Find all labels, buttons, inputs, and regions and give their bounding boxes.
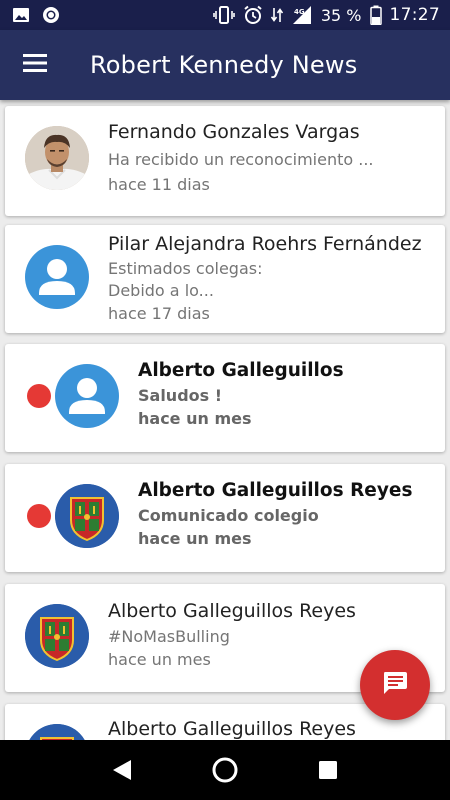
message-preview: Saludos ! xyxy=(138,386,223,405)
sender-name: Alberto Galleguillos Reyes xyxy=(108,600,356,622)
sender-name: Fernando Gonzales Vargas xyxy=(108,121,360,143)
avatar xyxy=(25,245,89,309)
unread-indicator xyxy=(27,504,51,528)
avatar xyxy=(25,604,89,668)
image-notification-icon xyxy=(12,7,30,23)
back-icon xyxy=(112,760,131,780)
recents-icon xyxy=(319,761,338,779)
message-time: hace un mes xyxy=(138,409,252,428)
alarm-icon xyxy=(243,5,263,25)
message-card-unread[interactable]: Alberto Galleguillos Reyes Comunicado co… xyxy=(5,464,445,572)
new-message-fab[interactable] xyxy=(360,650,430,720)
status-time: 17:27 xyxy=(389,5,440,25)
unread-indicator xyxy=(27,384,51,408)
message-time: hace 17 dias xyxy=(108,304,210,323)
menu-button[interactable] xyxy=(0,30,70,100)
sender-name: Alberto Galleguillos Reyes xyxy=(138,480,413,501)
app-bar: Robert Kennedy News xyxy=(0,30,450,100)
data-transfer-icon xyxy=(270,6,283,24)
school-crest-icon xyxy=(55,484,119,548)
home-button[interactable] xyxy=(205,750,245,790)
message-list[interactable]: Fernando Gonzales Vargas Ha recibido un … xyxy=(0,100,450,740)
school-crest-icon xyxy=(29,724,85,740)
navigation-bar xyxy=(0,740,450,800)
message-time: hace un mes xyxy=(138,529,252,548)
status-bar: 4G 35 % 17:27 xyxy=(0,0,450,30)
person-photo-icon xyxy=(25,126,89,190)
sender-name: Pilar Alejandra Roehrs Fernández xyxy=(108,233,422,255)
message-card-unread[interactable]: Alberto Galleguillos Saludos ! hace un m… xyxy=(5,344,445,452)
message-preview-line1: Estimados colegas: xyxy=(108,259,263,278)
message-preview-line2: Debido a lo... xyxy=(108,281,214,300)
message-preview: Comunicado colegio xyxy=(138,506,319,525)
person-icon xyxy=(39,259,75,295)
vibrate-icon xyxy=(213,6,235,24)
avatar xyxy=(55,484,119,548)
message-preview: #NoMasBulling xyxy=(108,627,230,646)
svg-text:4G: 4G xyxy=(294,8,305,16)
message-preview: Ha recibido un reconocimiento ... xyxy=(108,150,374,169)
message-time: hace 11 dias xyxy=(108,175,210,194)
recents-button[interactable] xyxy=(308,750,348,790)
sender-name: Alberto Galleguillos xyxy=(138,360,344,381)
sender-name: Alberto Galleguillos Reyes xyxy=(108,718,356,740)
chat-message-icon xyxy=(382,670,408,700)
app-title: Robert Kennedy News xyxy=(90,51,358,79)
hamburger-menu-icon xyxy=(23,54,47,76)
battery-icon xyxy=(369,5,382,25)
record-notification-icon xyxy=(42,6,60,24)
signal-4g-icon: 4G xyxy=(291,5,313,25)
avatar xyxy=(25,126,89,190)
battery-percent: 35 % xyxy=(320,5,362,25)
avatar xyxy=(25,724,89,740)
avatar xyxy=(55,364,119,428)
back-button[interactable] xyxy=(102,750,142,790)
message-card[interactable]: Fernando Gonzales Vargas Ha recibido un … xyxy=(5,106,445,216)
person-icon xyxy=(69,378,105,414)
message-card[interactable]: Pilar Alejandra Roehrs Fernández Estimad… xyxy=(5,225,445,333)
home-icon xyxy=(212,757,238,783)
school-crest-icon xyxy=(25,604,89,668)
